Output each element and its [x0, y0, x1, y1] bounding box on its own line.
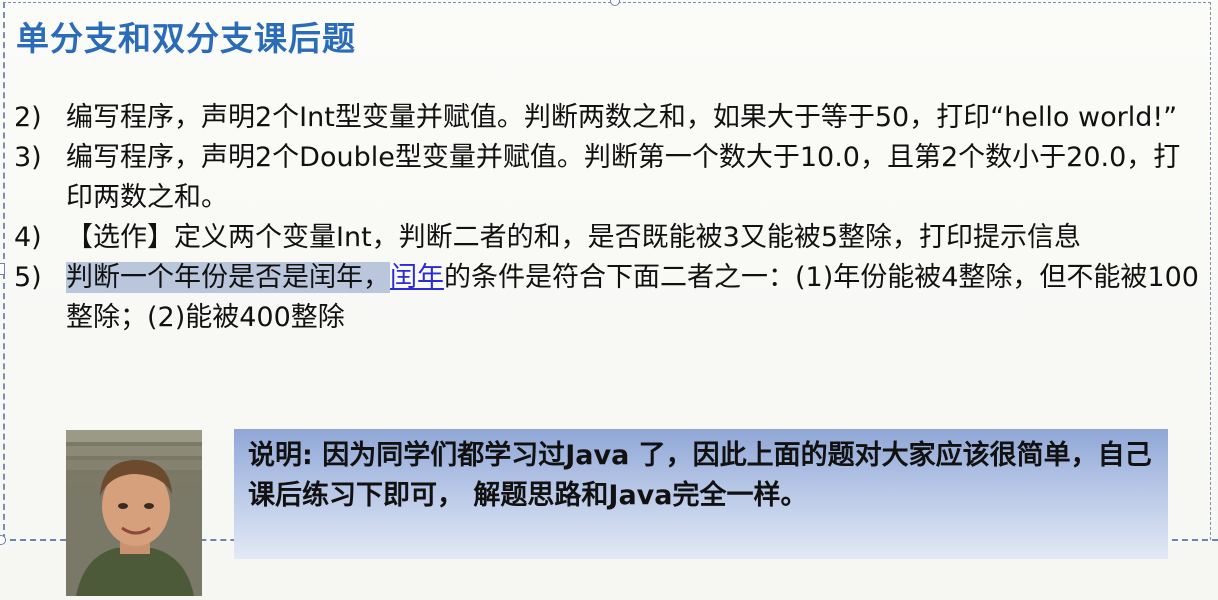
slide-title: 单分支和双分支课后题 [16, 19, 356, 58]
item-text: 判断一个年份是否是闰年，闰年的条件是符合下面二者之一：(1)年份能被4整除，但不… [66, 258, 1204, 338]
exercise-item-4: 4) 【选作】定义两个变量Int，判断二者的和，是否既能被3又能被5整除，打印提… [14, 218, 1204, 258]
exercise-list: 2) 编写程序，声明2个Int型变量并赋值。判断两数之和，如果大于等于50，打印… [14, 98, 1204, 338]
item-number: 4) [14, 222, 42, 253]
item-text: 【选作】定义两个变量Int，判断二者的和，是否既能被3又能被5整除，打印提示信息 [66, 222, 1082, 253]
resize-handle-left[interactable] [0, 263, 5, 275]
item-text: 编写程序，声明2个Int型变量并赋值。判断两数之和，如果大于等于50，打印“he… [66, 102, 1178, 133]
presenter-photo [66, 430, 202, 596]
presenter-photo-image [66, 430, 202, 596]
item-number: 5) [14, 262, 42, 293]
item-number: 2) [14, 102, 42, 133]
item-text: 编写程序，声明2个Double型变量并赋值。判断第一个数大于10.0，且第2个数… [66, 142, 1181, 213]
item-number: 3) [14, 142, 42, 173]
leap-year-link[interactable]: 闰年 [390, 262, 444, 293]
exercise-item-3: 3) 编写程序，声明2个Double型变量并赋值。判断第一个数大于10.0，且第… [14, 138, 1204, 218]
resize-handle-bottom-left[interactable] [0, 535, 6, 545]
slide: 单分支和双分支课后题 2) 编写程序，声明2个Int型变量并赋值。判断两数之和，… [0, 0, 1218, 600]
note-text: 说明: 因为同学们都学习过Java 了，因此上面的题对大家应该很简单，自己课后练… [248, 440, 1152, 511]
selected-text-highlight[interactable]: 判断一个年份是否是闰年， [66, 262, 390, 293]
exercise-item-2: 2) 编写程序，声明2个Int型变量并赋值。判断两数之和，如果大于等于50，打印… [14, 98, 1204, 138]
exercise-item-5: 5) 判断一个年份是否是闰年，闰年的条件是符合下面二者之一：(1)年份能被4整除… [14, 258, 1204, 338]
